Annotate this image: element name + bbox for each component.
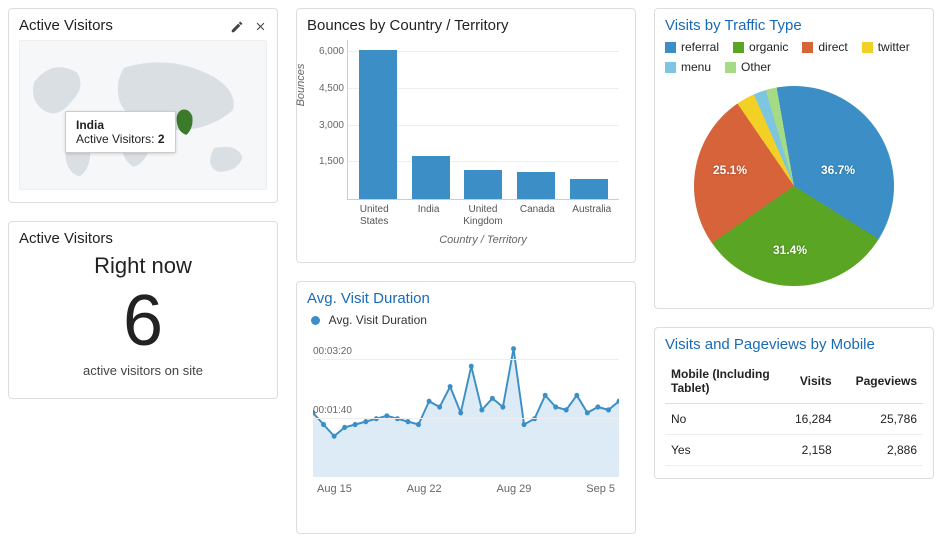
edit-icon[interactable] (230, 20, 244, 37)
legend-item[interactable]: menu (665, 60, 711, 74)
legend-label: direct (818, 40, 847, 54)
mobile-table: Mobile (Including Tablet)VisitsPageviews… (665, 359, 923, 466)
table-row: No16,28425,786 (665, 404, 923, 435)
legend-label: menu (681, 60, 711, 74)
legend-item[interactable]: organic (733, 40, 788, 54)
y-tick: 00:03:20 (313, 346, 352, 357)
slice-label: 36.7% (821, 163, 855, 177)
legend-item[interactable]: twitter (862, 40, 910, 54)
category-label: Australia (567, 204, 617, 228)
category-label: India (404, 204, 454, 228)
legend-dot-icon (311, 316, 320, 325)
bounces-card: Bounces by Country / Territory Bounces 1… (296, 8, 636, 263)
category-label: Canada (512, 204, 562, 228)
legend-swatch-icon (862, 42, 873, 53)
category-label: United States (349, 204, 399, 228)
bar[interactable] (359, 50, 397, 199)
legend-label: referral (681, 40, 719, 54)
legend-label: Avg. Visit Duration (329, 313, 427, 327)
x-tick: Aug 22 (407, 483, 442, 495)
legend-swatch-icon (725, 62, 736, 73)
tooltip-country: India (76, 118, 104, 132)
card-title: Visits and Pageviews by Mobile (665, 336, 923, 353)
bar[interactable] (570, 179, 608, 199)
card-title: Active Visitors (19, 230, 267, 247)
x-axis-label: Country / Territory (347, 234, 619, 246)
x-tick: Sep 5 (586, 483, 615, 495)
bar[interactable] (464, 170, 502, 199)
active-visitors-map-card: Active Visitors (8, 8, 278, 203)
x-tick: Aug 29 (497, 483, 532, 495)
card-title: Active Visitors (19, 17, 113, 34)
y-axis-label: Bounces (295, 25, 307, 145)
y-tick: 00:01:40 (313, 405, 352, 416)
legend-swatch-icon (733, 42, 744, 53)
y-tick: 1,500 (314, 156, 344, 167)
avg-duration-chart[interactable]: 00:01:40 00:03:20 Aug 15 Aug 22 Aug 29 Sep 5 (307, 331, 625, 521)
traffic-pie-chart[interactable]: 36.7% 31.4% 25.1% (694, 86, 894, 286)
tooltip-label: Active Visitors: (76, 132, 154, 146)
legend-label: twitter (878, 40, 910, 54)
pie-legend: referral organic direct twitter menu Other (665, 40, 923, 74)
legend-item[interactable]: Other (725, 60, 771, 74)
bar[interactable] (517, 172, 555, 199)
bounces-chart[interactable]: Bounces 1,5003,0004,5006,000 United Stat… (307, 40, 625, 250)
table-cell: 2,886 (838, 435, 923, 466)
card-title: Bounces by Country / Territory (307, 17, 625, 34)
table-header: Mobile (Including Tablet) (665, 359, 781, 404)
traffic-type-card: Visits by Traffic Type referral organic di… (654, 8, 934, 309)
y-tick: 6,000 (314, 46, 344, 57)
card-title: Visits by Traffic Type (665, 17, 923, 34)
legend-item[interactable]: direct (802, 40, 847, 54)
table-row: Yes2,1582,886 (665, 435, 923, 466)
world-map[interactable]: India Active Visitors: 2 (19, 40, 267, 190)
mobile-card: Visits and Pageviews by Mobile Mobile (I… (654, 327, 934, 479)
right-now-sub: active visitors on site (19, 363, 267, 378)
table-cell: 25,786 (838, 404, 923, 435)
right-now-header: Right now (19, 253, 267, 279)
legend-swatch-icon (665, 42, 676, 53)
legend-label: Other (741, 60, 771, 74)
category-label: United Kingdom (458, 204, 508, 228)
map-tooltip: India Active Visitors: 2 (65, 111, 176, 153)
legend-item[interactable]: referral (665, 40, 719, 54)
avg-duration-card: Avg. Visit Duration Avg. Visit Duration … (296, 281, 636, 534)
right-now-value: 6 (19, 285, 267, 357)
legend-swatch-icon (665, 62, 676, 73)
slice-label: 31.4% (773, 243, 807, 257)
bar[interactable] (412, 156, 450, 199)
table-header: Visits (781, 359, 838, 404)
table-cell: Yes (665, 435, 781, 466)
active-visitors-now-card: Active Visitors Right now 6 active visit… (8, 221, 278, 399)
table-cell: 16,284 (781, 404, 838, 435)
table-header: Pageviews (838, 359, 923, 404)
x-tick: Aug 15 (317, 483, 352, 495)
y-tick: 3,000 (314, 120, 344, 131)
close-icon[interactable] (254, 20, 267, 37)
slice-label: 25.1% (713, 163, 747, 177)
table-cell: 2,158 (781, 435, 838, 466)
legend-swatch-icon (802, 42, 813, 53)
tooltip-value: 2 (158, 132, 165, 146)
table-cell: No (665, 404, 781, 435)
legend-label: organic (749, 40, 788, 54)
y-tick: 4,500 (314, 83, 344, 94)
card-title: Avg. Visit Duration (307, 290, 625, 307)
